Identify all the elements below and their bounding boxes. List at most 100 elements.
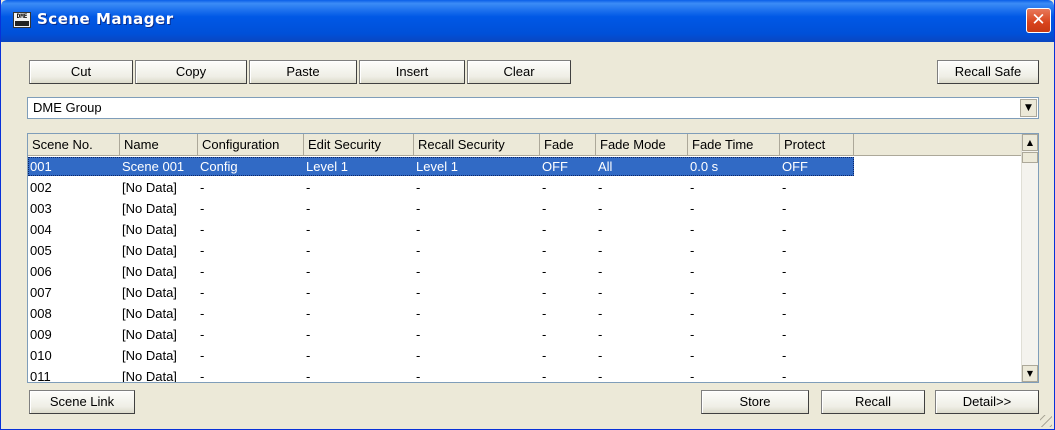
cell-recall-security[interactable]: -	[414, 324, 540, 345]
cell-name[interactable]: [No Data]	[120, 303, 198, 324]
cell-edit-security[interactable]: -	[304, 219, 414, 240]
cell-fade[interactable]: -	[540, 324, 596, 345]
cell-scene-no[interactable]: 011	[28, 366, 120, 382]
resize-grip-icon[interactable]	[1040, 415, 1052, 427]
cell-fade[interactable]: OFF	[540, 156, 596, 177]
cell-scene-no[interactable]: 003	[28, 198, 120, 219]
cell-fade[interactable]: -	[540, 282, 596, 303]
cell-configuration[interactable]: -	[198, 324, 304, 345]
cell-fade-time[interactable]: -	[688, 198, 780, 219]
scene-link-button[interactable]: Scene Link	[29, 390, 135, 414]
table-row[interactable]: 004 [No Data] - - - - - - -	[28, 219, 1022, 240]
cell-fade-time[interactable]: -	[688, 366, 780, 382]
cell-configuration[interactable]: -	[198, 177, 304, 198]
cell-recall-security[interactable]: -	[414, 240, 540, 261]
cell-fade-time[interactable]: -	[688, 303, 780, 324]
cell-configuration[interactable]: -	[198, 366, 304, 382]
vertical-scrollbar[interactable]: ▲ ▼	[1021, 134, 1038, 382]
cell-edit-security[interactable]: -	[304, 324, 414, 345]
cell-edit-security[interactable]: -	[304, 282, 414, 303]
column-header-recall-security[interactable]: Recall Security	[414, 134, 540, 156]
cell-recall-security[interactable]: -	[414, 177, 540, 198]
recall-button[interactable]: Recall	[821, 390, 925, 414]
cell-configuration[interactable]: -	[198, 219, 304, 240]
column-header-name[interactable]: Name	[120, 134, 198, 156]
table-row[interactable]: 009 [No Data] - - - - - - -	[28, 324, 1022, 345]
cell-fade-time[interactable]: -	[688, 261, 780, 282]
cell-name[interactable]: [No Data]	[120, 345, 198, 366]
column-header-scene-no[interactable]: Scene No.	[28, 134, 120, 156]
cell-protect[interactable]: -	[780, 324, 854, 345]
column-header-fade-time[interactable]: Fade Time	[688, 134, 780, 156]
cell-scene-no[interactable]: 001	[28, 156, 120, 177]
cell-protect[interactable]: -	[780, 345, 854, 366]
cell-recall-security[interactable]: -	[414, 219, 540, 240]
recall-safe-button[interactable]: Recall Safe	[937, 60, 1039, 84]
cell-recall-security[interactable]: -	[414, 303, 540, 324]
cell-fade[interactable]: -	[540, 261, 596, 282]
cell-scene-no[interactable]: 004	[28, 219, 120, 240]
cell-recall-security[interactable]: -	[414, 345, 540, 366]
cell-fade-mode[interactable]: -	[596, 261, 688, 282]
cell-fade-mode[interactable]: -	[596, 240, 688, 261]
cell-recall-security[interactable]: -	[414, 198, 540, 219]
cell-configuration[interactable]: -	[198, 261, 304, 282]
cell-scene-no[interactable]: 009	[28, 324, 120, 345]
clear-button[interactable]: Clear	[467, 60, 571, 84]
cell-scene-no[interactable]: 008	[28, 303, 120, 324]
cell-edit-security[interactable]: -	[304, 303, 414, 324]
cell-fade-mode[interactable]: -	[596, 177, 688, 198]
cell-fade-mode[interactable]: -	[596, 198, 688, 219]
column-header-configuration[interactable]: Configuration	[198, 134, 304, 156]
cell-fade[interactable]: -	[540, 366, 596, 382]
cell-recall-security[interactable]: -	[414, 366, 540, 382]
dropdown-arrow-icon[interactable]: ▼	[1020, 99, 1037, 117]
table-row[interactable]: 008 [No Data] - - - - - - -	[28, 303, 1022, 324]
cell-configuration[interactable]: -	[198, 240, 304, 261]
cell-protect[interactable]: -	[780, 261, 854, 282]
cell-fade-mode[interactable]: -	[596, 219, 688, 240]
cell-name[interactable]: [No Data]	[120, 177, 198, 198]
cell-name[interactable]: Scene 001	[120, 156, 198, 177]
cell-fade[interactable]: -	[540, 198, 596, 219]
cell-protect[interactable]: -	[780, 198, 854, 219]
cell-configuration[interactable]: -	[198, 198, 304, 219]
cell-fade-time[interactable]: -	[688, 324, 780, 345]
cell-fade-time[interactable]: -	[688, 240, 780, 261]
cell-configuration[interactable]: -	[198, 303, 304, 324]
scroll-thumb[interactable]	[1022, 152, 1038, 163]
cut-button[interactable]: Cut	[29, 60, 133, 84]
column-header-edit-security[interactable]: Edit Security	[304, 134, 414, 156]
cell-fade[interactable]: -	[540, 240, 596, 261]
cell-name[interactable]: [No Data]	[120, 261, 198, 282]
table-row[interactable]: 003 [No Data] - - - - - - -	[28, 198, 1022, 219]
cell-fade[interactable]: -	[540, 303, 596, 324]
table-row[interactable]: 001 Scene 001 Config Level 1 Level 1 OFF All 0.…	[28, 156, 1022, 177]
cell-recall-security[interactable]: -	[414, 261, 540, 282]
cell-scene-no[interactable]: 007	[28, 282, 120, 303]
cell-configuration[interactable]: Config	[198, 156, 304, 177]
cell-fade-time[interactable]: 0.0 s	[688, 156, 780, 177]
column-header-fade-mode[interactable]: Fade Mode	[596, 134, 688, 156]
cell-edit-security[interactable]: -	[304, 366, 414, 382]
cell-configuration[interactable]: -	[198, 282, 304, 303]
column-header-protect[interactable]: Protect	[780, 134, 854, 156]
table-row[interactable]: 007 [No Data] - - - - - - -	[28, 282, 1022, 303]
detail-button[interactable]: Detail>>	[935, 390, 1039, 414]
table-row[interactable]: 010 [No Data] - - - - - - -	[28, 345, 1022, 366]
cell-edit-security[interactable]: -	[304, 240, 414, 261]
cell-scene-no[interactable]: 005	[28, 240, 120, 261]
cell-protect[interactable]: -	[780, 282, 854, 303]
cell-fade-mode[interactable]: -	[596, 324, 688, 345]
cell-fade-mode[interactable]: -	[596, 345, 688, 366]
table-row[interactable]: 006 [No Data] - - - - - - -	[28, 261, 1022, 282]
cell-configuration[interactable]: -	[198, 345, 304, 366]
cell-fade[interactable]: -	[540, 345, 596, 366]
cell-name[interactable]: [No Data]	[120, 198, 198, 219]
cell-recall-security[interactable]: -	[414, 282, 540, 303]
group-select[interactable]: DME Group ▼	[27, 97, 1039, 119]
column-header-fade[interactable]: Fade	[540, 134, 596, 156]
cell-edit-security[interactable]: Level 1	[304, 156, 414, 177]
cell-name[interactable]: [No Data]	[120, 240, 198, 261]
cell-name[interactable]: [No Data]	[120, 219, 198, 240]
